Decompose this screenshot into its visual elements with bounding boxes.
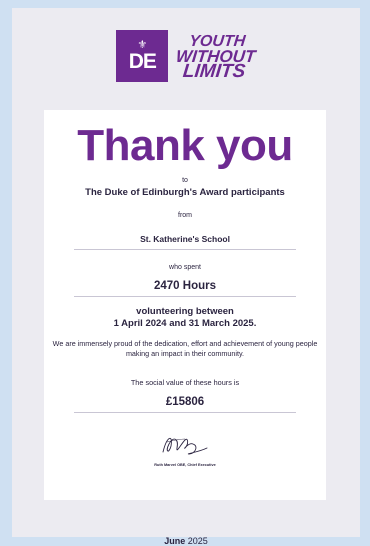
certificate-sheet: ⚜ DE YOUTH WITHOUT LIMITS Thank you to T… (12, 8, 360, 546)
certificate-card: Thank you to The Duke of Edinburgh's Awa… (44, 110, 326, 500)
youth-without-limits-logo: YOUTH WITHOUT LIMITS (174, 33, 258, 82)
dofe-logo: ⚜ DE (116, 30, 169, 82)
signature-image (162, 437, 208, 455)
certificate-date: June 2025 (12, 536, 360, 546)
to-label: to (182, 177, 188, 184)
social-value-label: The social value of these hours is (130, 378, 240, 387)
from-label: from (178, 212, 192, 219)
divider (74, 249, 296, 250)
signatory-name: Ruth Marvel OBE, Chief Executive (154, 463, 216, 467)
logo-row: ⚜ DE YOUTH WITHOUT LIMITS (12, 30, 360, 82)
who-spent-label: who spent (169, 264, 201, 271)
slogan-line: LIMITS (182, 60, 247, 82)
volunteering-line: volunteering between (136, 306, 234, 317)
crest-icon: ⚜ (137, 38, 148, 51)
date-year: 2025 (187, 536, 208, 546)
volunteering-dates: 1 April 2024 and 31 March 2025. (113, 318, 257, 329)
certificate-title: Thank you (77, 121, 293, 170)
divider (74, 412, 296, 413)
date-month: June (164, 536, 186, 546)
volunteering-period: volunteering between 1 April 2024 and 31… (44, 306, 326, 330)
dofe-logo-mark: DE (128, 49, 157, 73)
social-value: £15806 (165, 396, 205, 408)
divider (74, 296, 296, 297)
hours-value: 2470 Hours (153, 280, 216, 292)
school-name: St. Katherine's School (140, 234, 230, 244)
recipients: The Duke of Edinburgh's Award participan… (85, 187, 285, 198)
message-text: We are immensely proud of the dedication… (52, 339, 318, 358)
